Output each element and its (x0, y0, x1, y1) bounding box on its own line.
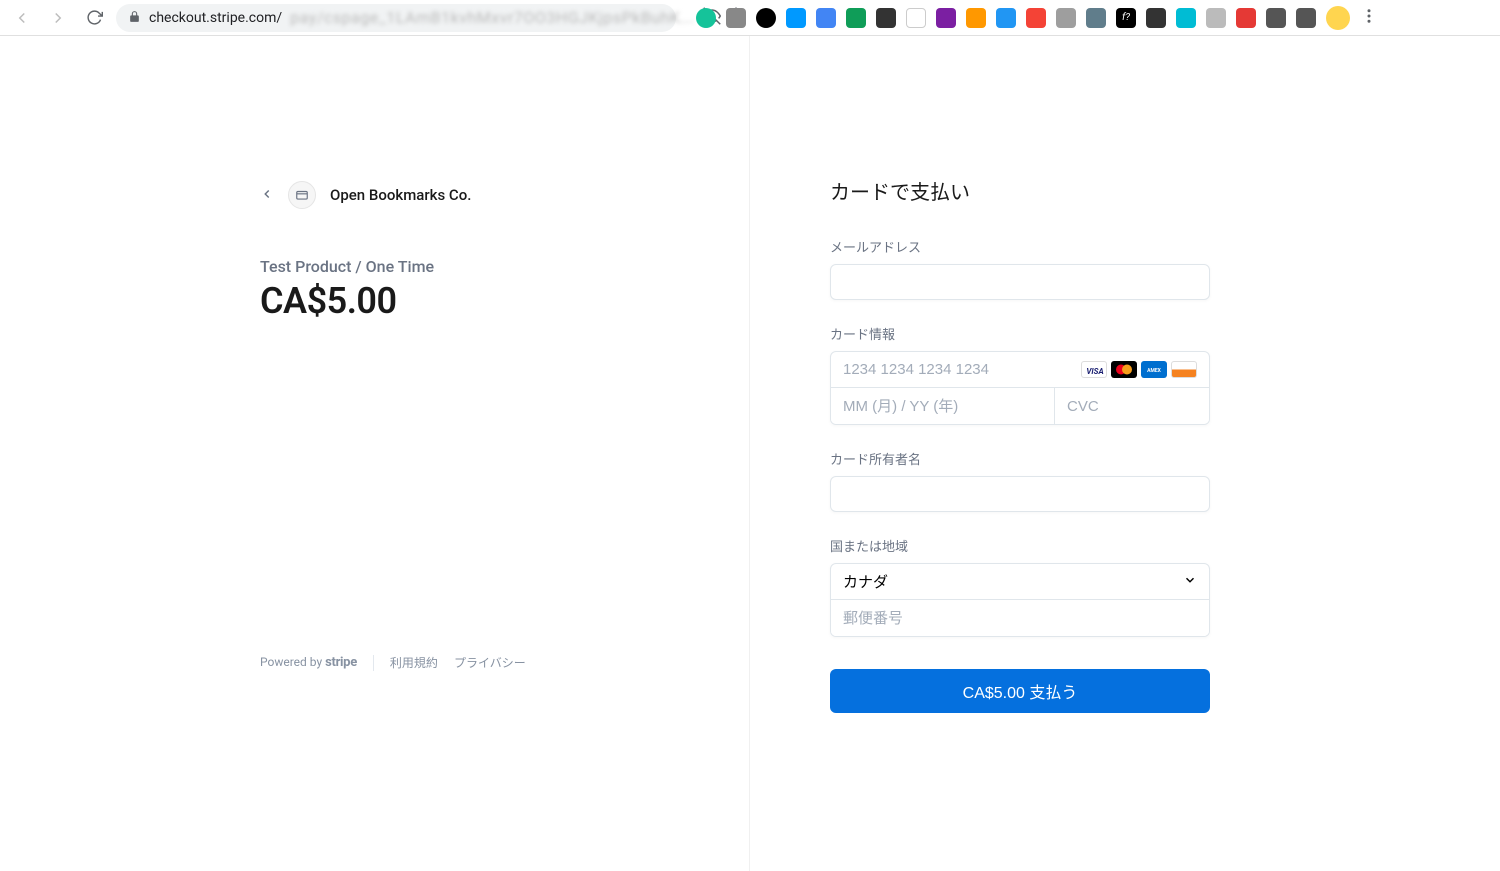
merchant-logo-icon (288, 181, 316, 209)
product-name: Test Product / One Time (260, 257, 669, 276)
amex-icon: AMEX (1141, 361, 1167, 378)
country-select[interactable]: カナダ (831, 564, 1209, 600)
playlist-icon[interactable] (1296, 8, 1316, 28)
ext-icon[interactable] (696, 8, 716, 28)
email-label: メールアドレス (830, 237, 1420, 256)
extensions-row: f? (696, 6, 1378, 30)
postal-code-input[interactable] (831, 600, 1209, 636)
ext-icon[interactable]: f? (1116, 8, 1136, 28)
ext-icon[interactable] (1236, 8, 1256, 28)
card-brand-icons: VISA AMEX (1081, 361, 1197, 378)
footer: Powered by stripe 利用規約 プライバシー (260, 654, 526, 671)
back-arrow-icon[interactable] (260, 186, 274, 205)
card-input-group: VISA AMEX (830, 351, 1210, 425)
product-summary: Open Bookmarks Co. Test Product / One Ti… (0, 36, 750, 871)
ext-icon[interactable] (1056, 8, 1076, 28)
ext-icon[interactable] (726, 8, 746, 28)
card-info-label: カード情報 (830, 324, 1420, 343)
pay-button[interactable]: CA$5.00 支払う (830, 669, 1210, 713)
form-title: カードで支払い (830, 176, 1420, 205)
svg-text:AMEX: AMEX (1147, 368, 1162, 374)
url-domain: checkout.stripe.com/ (149, 10, 282, 26)
ext-icon[interactable] (786, 8, 806, 28)
lock-icon (128, 8, 141, 27)
ext-icon[interactable] (846, 8, 866, 28)
url-path: pay/cspage_1LAmB1kvhMxvr7OO3HGJKjpsPkBuh… (290, 8, 694, 27)
ext-icon[interactable] (996, 8, 1016, 28)
browser-toolbar: checkout.stripe.com/pay/cspage_1LAmB1kvh… (0, 0, 1500, 36)
country-group: カナダ (830, 563, 1210, 637)
card-cvc-input[interactable] (1055, 388, 1210, 424)
mastercard-icon (1111, 361, 1137, 378)
card-expiry-input[interactable] (831, 388, 1055, 424)
menu-icon[interactable] (1360, 7, 1378, 29)
ext-icon[interactable] (936, 8, 956, 28)
puzzle-icon[interactable] (1266, 8, 1286, 28)
product-price: CA$5.00 (260, 280, 669, 322)
back-button[interactable] (8, 4, 36, 32)
ext-icon[interactable] (876, 8, 896, 28)
reload-button[interactable] (80, 4, 108, 32)
privacy-link[interactable]: プライバシー (454, 654, 526, 671)
visa-icon: VISA (1081, 361, 1107, 378)
terms-link[interactable]: 利用規約 (390, 654, 438, 671)
ext-icon[interactable] (906, 8, 926, 28)
ext-icon[interactable] (756, 8, 776, 28)
cardholder-name-input[interactable] (830, 476, 1210, 512)
powered-by: Powered by stripe (260, 655, 357, 670)
country-label: 国または地域 (830, 536, 1420, 555)
ext-icon[interactable] (1086, 8, 1106, 28)
ext-icon[interactable] (966, 8, 986, 28)
payment-form: カードで支払い メールアドレス カード情報 VISA AMEX (750, 36, 1500, 871)
divider (373, 655, 374, 671)
svg-text:VISA: VISA (1086, 367, 1103, 376)
ext-icon[interactable] (1026, 8, 1046, 28)
discover-icon (1171, 361, 1197, 378)
forward-button[interactable] (44, 4, 72, 32)
profile-avatar[interactable] (1326, 6, 1350, 30)
checkout-page: Open Bookmarks Co. Test Product / One Ti… (0, 36, 1500, 871)
email-input[interactable] (830, 264, 1210, 300)
cardholder-label: カード所有者名 (830, 449, 1420, 468)
merchant-name: Open Bookmarks Co. (330, 186, 471, 204)
address-bar[interactable]: checkout.stripe.com/pay/cspage_1LAmB1kvh… (116, 4, 676, 32)
card-number-input[interactable] (843, 352, 1081, 387)
ext-icon[interactable] (1206, 8, 1226, 28)
ext-icon[interactable] (816, 8, 836, 28)
chevron-down-icon (1183, 573, 1197, 591)
ext-icon[interactable] (1176, 8, 1196, 28)
country-value: カナダ (843, 571, 888, 592)
ext-icon[interactable] (1146, 8, 1166, 28)
